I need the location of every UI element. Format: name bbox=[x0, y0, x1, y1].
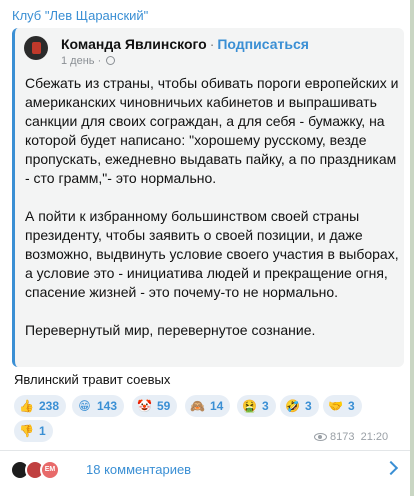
post-age: 1 день · bbox=[61, 55, 102, 67]
avatar-logo bbox=[32, 42, 41, 54]
reaction-thumbs-down[interactable]: 👎 1 bbox=[14, 420, 53, 442]
channel-title[interactable]: Клуб "Лев Щаранский" bbox=[12, 8, 148, 23]
thumbs-down-icon: 👎 bbox=[19, 423, 34, 438]
view-count: 8173 bbox=[330, 431, 355, 443]
reaction-count: 14 bbox=[210, 399, 224, 413]
message-caption: Явлинский травит соевых bbox=[14, 372, 171, 387]
clown-icon: 🤡 bbox=[137, 398, 152, 413]
post-body: Сбежать из страны, чтобы обивать пороги … bbox=[25, 74, 400, 340]
reaction-vomit[interactable]: 🤮 3 bbox=[237, 395, 276, 417]
reaction-thumbs-up[interactable]: 👍 238 bbox=[14, 395, 67, 417]
subscribe-link[interactable]: Подписаться bbox=[217, 36, 309, 52]
eye-icon bbox=[314, 433, 327, 441]
post-paragraph: Перевернутый мир, перевернутое сознание. bbox=[25, 322, 316, 338]
thumbs-up-icon: 👍 bbox=[19, 398, 34, 413]
globe-icon bbox=[106, 56, 116, 65]
message-time: 21:20 bbox=[360, 431, 389, 443]
message-meta: 8173 21:20 bbox=[314, 431, 388, 443]
post-paragraph: Сбежать из страны, чтобы обивать пороги … bbox=[25, 75, 399, 186]
post-meta: 1 день · bbox=[61, 55, 116, 67]
reaction-count: 238 bbox=[39, 399, 60, 413]
vomit-icon: 🤮 bbox=[242, 398, 257, 413]
comments-label: 18 комментариев bbox=[86, 462, 192, 477]
source-avatar[interactable] bbox=[24, 36, 48, 60]
reaction-see-no-evil[interactable]: 🙈 14 bbox=[185, 395, 231, 417]
chevron-right-icon bbox=[383, 460, 399, 476]
reaction-count: 1 bbox=[39, 424, 46, 438]
reaction-count: 143 bbox=[97, 399, 118, 413]
header-separator: · bbox=[209, 36, 215, 52]
reaction-count: 3 bbox=[348, 399, 355, 413]
reaction-clown[interactable]: 🤡 59 bbox=[132, 395, 178, 417]
reaction-count: 59 bbox=[157, 399, 171, 413]
rofl-icon: 🤣 bbox=[285, 398, 300, 413]
reaction-grin[interactable]: 😁 143 bbox=[72, 395, 125, 417]
commenter-avatar: EM bbox=[40, 460, 60, 480]
forward-header: Команда Явлинского · Подписаться bbox=[61, 36, 309, 52]
see-no-evil-icon: 🙈 bbox=[190, 398, 205, 413]
reaction-handshake[interactable]: 🤝 3 bbox=[323, 395, 362, 417]
post-paragraph: А пойти к избранному большинством своей … bbox=[25, 208, 399, 300]
reaction-count: 3 bbox=[305, 399, 312, 413]
reaction-count: 3 bbox=[262, 399, 269, 413]
handshake-icon: 🤝 bbox=[328, 398, 343, 413]
grin-icon: 😁 bbox=[78, 398, 91, 413]
source-name[interactable]: Команда Явлинского bbox=[61, 36, 207, 52]
comments-button[interactable]: EM 18 комментариев bbox=[0, 451, 410, 486]
chat-wallpaper-edge bbox=[410, 0, 414, 496]
reaction-rofl[interactable]: 🤣 3 bbox=[280, 395, 319, 417]
